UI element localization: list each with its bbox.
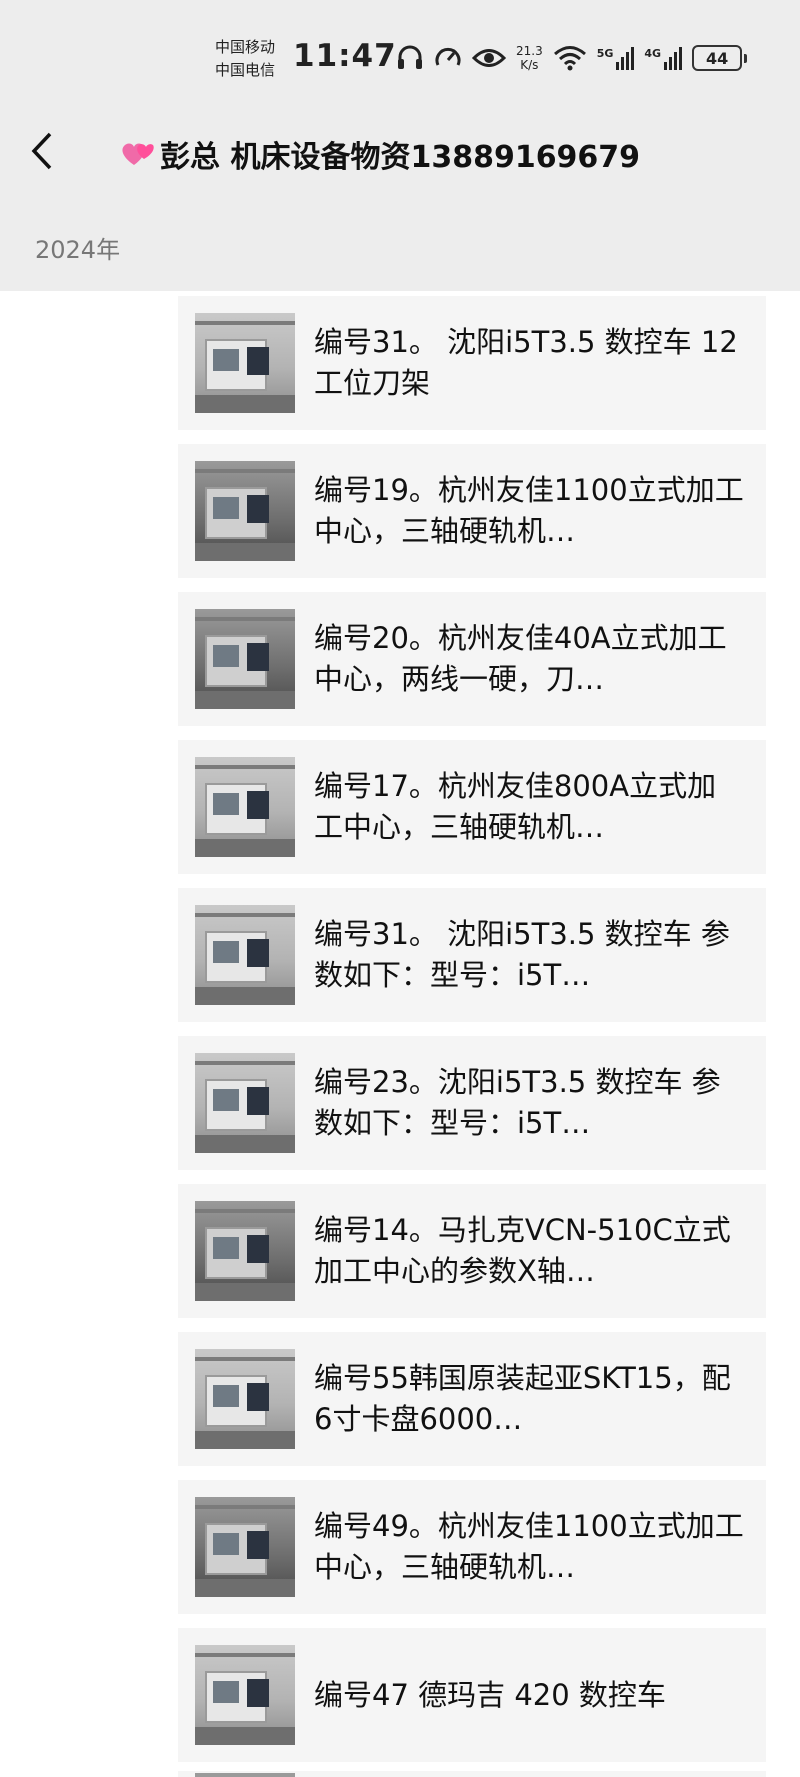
heart-icon <box>122 143 154 165</box>
status-bar: 中国移动 中国电信 11:47 21.3 K/s 5G 4G 44 <box>0 0 800 110</box>
machine-thumbnail <box>195 461 295 561</box>
machine-thumbnail <box>195 1201 295 1301</box>
list-item-text: 编号14。马扎克VCN-510C立式加工中心的参数X轴… <box>314 1213 731 1288</box>
machine-thumbnail <box>195 1645 295 1745</box>
list-item-text: 编号19。杭州友佳1100立式加工中心，三轴硬轨机… <box>314 473 744 548</box>
machine-thumbnail <box>195 905 295 1005</box>
list-item-text: 编号55韩国原装起亚SKT15，配6寸卡盘6000… <box>314 1361 731 1436</box>
status-time: 11:47 <box>293 38 397 74</box>
machine-thumbnail <box>195 1349 295 1449</box>
signal-4g-label: 4G <box>644 46 662 60</box>
top-header-area: 中国移动 中国电信 11:47 21.3 K/s 5G 4G 44 彭总 机床设… <box>0 0 800 291</box>
list-item-text: 编号49。杭州友佳1100立式加工中心，三轴硬轨机… <box>314 1509 744 1584</box>
battery-icon: 44 <box>692 45 748 71</box>
list-item-partial[interactable] <box>178 1771 766 1777</box>
back-arrow-icon[interactable] <box>26 130 60 172</box>
nav-bar: 彭总 机床设备物资13889169679 <box>0 118 800 184</box>
carrier-2: 中国电信 <box>215 61 276 79</box>
list-item-text: 编号23。沈阳i5T3.5 数控车 参数如下：型号：i5T… <box>314 1065 721 1140</box>
list-item[interactable]: 编号31。 沈阳i5T3.5 数控车 参数如下：型号：i5T… <box>178 888 766 1022</box>
machine-thumbnail <box>195 609 295 709</box>
network-speed-value: 21.3 <box>516 44 543 58</box>
carrier-1: 中国移动 <box>215 38 276 56</box>
list-item-text: 编号20。杭州友佳40A立式加工中心，两线一硬，刀… <box>314 621 727 696</box>
list-item-text: 编号31。 沈阳i5T3.5 数控车 参数如下：型号：i5T… <box>314 917 730 992</box>
headphones-icon <box>398 45 422 69</box>
list-item-text: 编号31。 沈阳i5T3.5 数控车 12工位刀架 <box>314 325 738 400</box>
speedometer-icon <box>435 47 461 66</box>
list-item[interactable]: 编号23。沈阳i5T3.5 数控车 参数如下：型号：i5T… <box>178 1036 766 1170</box>
wifi-icon <box>553 46 586 71</box>
carrier-info: 中国移动 中国电信 <box>215 36 275 82</box>
signal-5g-label: 5G <box>596 46 614 60</box>
machine-thumbnail <box>195 1053 295 1153</box>
eye-icon <box>472 49 506 67</box>
list-item-text: 编号17。杭州友佳800A立式加工中心，三轴硬轨机… <box>314 769 717 844</box>
page-title: 彭总 机床设备物资13889169679 <box>120 132 640 176</box>
machine-thumbnail <box>195 757 295 857</box>
signal-5g-icon: 5G <box>596 46 635 70</box>
network-speed-unit: K/s <box>520 58 539 72</box>
signal-4g-icon: 4G <box>644 46 683 70</box>
list-item[interactable]: 编号20。杭州友佳40A立式加工中心，两线一硬，刀… <box>178 592 766 726</box>
network-speed: 21.3 K/s <box>516 44 543 72</box>
year-label: 2024年 <box>35 236 121 264</box>
machine-thumbnail <box>195 1773 295 1777</box>
list-item[interactable]: 编号17。杭州友佳800A立式加工中心，三轴硬轨机… <box>178 740 766 874</box>
status-icons: 21.3 K/s 5G 4G 44 <box>396 40 748 76</box>
list-item[interactable]: 编号55韩国原装起亚SKT15，配6寸卡盘6000… <box>178 1332 766 1466</box>
machine-thumbnail <box>195 313 295 413</box>
page-title-text: 彭总 机床设备物资13889169679 <box>160 140 641 175</box>
list-item[interactable]: 编号19。杭州友佳1100立式加工中心，三轴硬轨机… <box>178 444 766 578</box>
list-item-text: 编号47 德玛吉 420 数控车 <box>314 1677 666 1712</box>
list-item[interactable]: 编号49。杭州友佳1100立式加工中心，三轴硬轨机… <box>178 1480 766 1614</box>
machine-thumbnail <box>195 1497 295 1597</box>
list-item[interactable]: 编号31。 沈阳i5T3.5 数控车 12工位刀架 <box>178 296 766 430</box>
message-list: 编号31。 沈阳i5T3.5 数控车 12工位刀架 编号19。杭州友佳1100立… <box>178 296 766 1776</box>
list-item[interactable]: 编号47 德玛吉 420 数控车 <box>178 1628 766 1762</box>
list-item[interactable]: 编号14。马扎克VCN-510C立式加工中心的参数X轴… <box>178 1184 766 1318</box>
